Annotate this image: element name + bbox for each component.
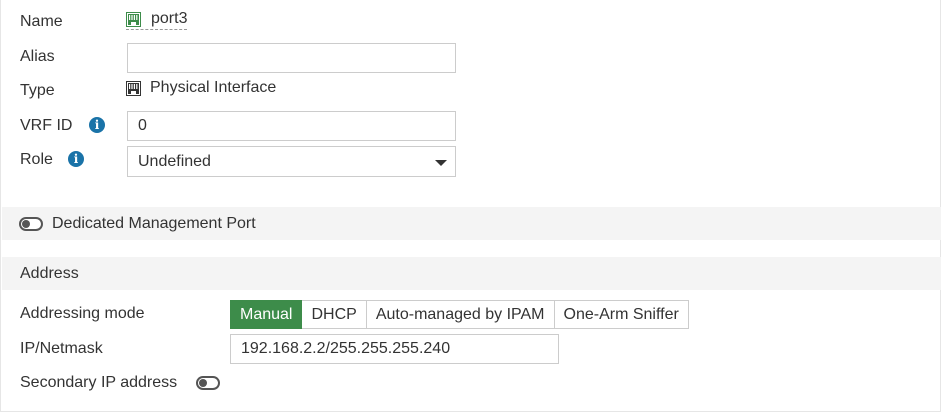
interface-name: port3	[151, 10, 188, 27]
role-info-icon[interactable]: i	[68, 151, 84, 167]
role-selected-value: Undefined	[138, 153, 211, 170]
dedicated-management-toggle[interactable]	[19, 217, 43, 231]
name-label: Name	[20, 13, 63, 30]
vrf-id-input[interactable]: 0	[127, 111, 456, 141]
type-value: Physical Interface	[126, 78, 276, 98]
physical-interface-icon	[126, 80, 141, 96]
addressing-mode-label: Addressing mode	[20, 305, 145, 322]
toggle-knob	[199, 379, 207, 387]
type-text: Physical Interface	[150, 79, 277, 96]
secondary-ip-toggle[interactable]	[196, 376, 220, 390]
role-label: Role	[20, 151, 53, 168]
addressing-mode-manual[interactable]: Manual	[230, 300, 303, 329]
addressing-mode-selector: Manual DHCP Auto-managed by IPAM One-Arm…	[230, 300, 689, 329]
chevron-down-icon	[435, 160, 447, 166]
interface-form: Name port3 Alias Type Physical Interface…	[0, 0, 941, 412]
role-select[interactable]: Undefined	[127, 146, 456, 177]
addressing-mode-dhcp[interactable]: DHCP	[302, 300, 367, 329]
vrf-id-info-icon[interactable]: i	[89, 117, 105, 133]
address-section-header: Address	[2, 257, 941, 290]
dedicated-management-band: Dedicated Management Port	[2, 207, 941, 240]
secondary-ip-label: Secondary IP address	[20, 374, 178, 391]
ip-netmask-label: IP/Netmask	[20, 340, 103, 357]
type-label: Type	[20, 82, 55, 99]
addressing-mode-ipam[interactable]: Auto-managed by IPAM	[366, 300, 555, 329]
ip-netmask-input[interactable]: 192.168.2.2/255.255.255.240	[230, 334, 559, 364]
address-section-title: Address	[20, 265, 79, 282]
alias-label: Alias	[20, 48, 55, 65]
name-value: port3	[126, 10, 188, 30]
dedicated-management-label: Dedicated Management Port	[52, 215, 256, 232]
alias-input[interactable]	[127, 43, 456, 73]
addressing-mode-sniffer[interactable]: One-Arm Sniffer	[554, 300, 689, 329]
toggle-knob	[22, 220, 30, 228]
ethernet-port-icon	[126, 11, 141, 27]
vrf-id-label: VRF ID	[20, 117, 73, 134]
